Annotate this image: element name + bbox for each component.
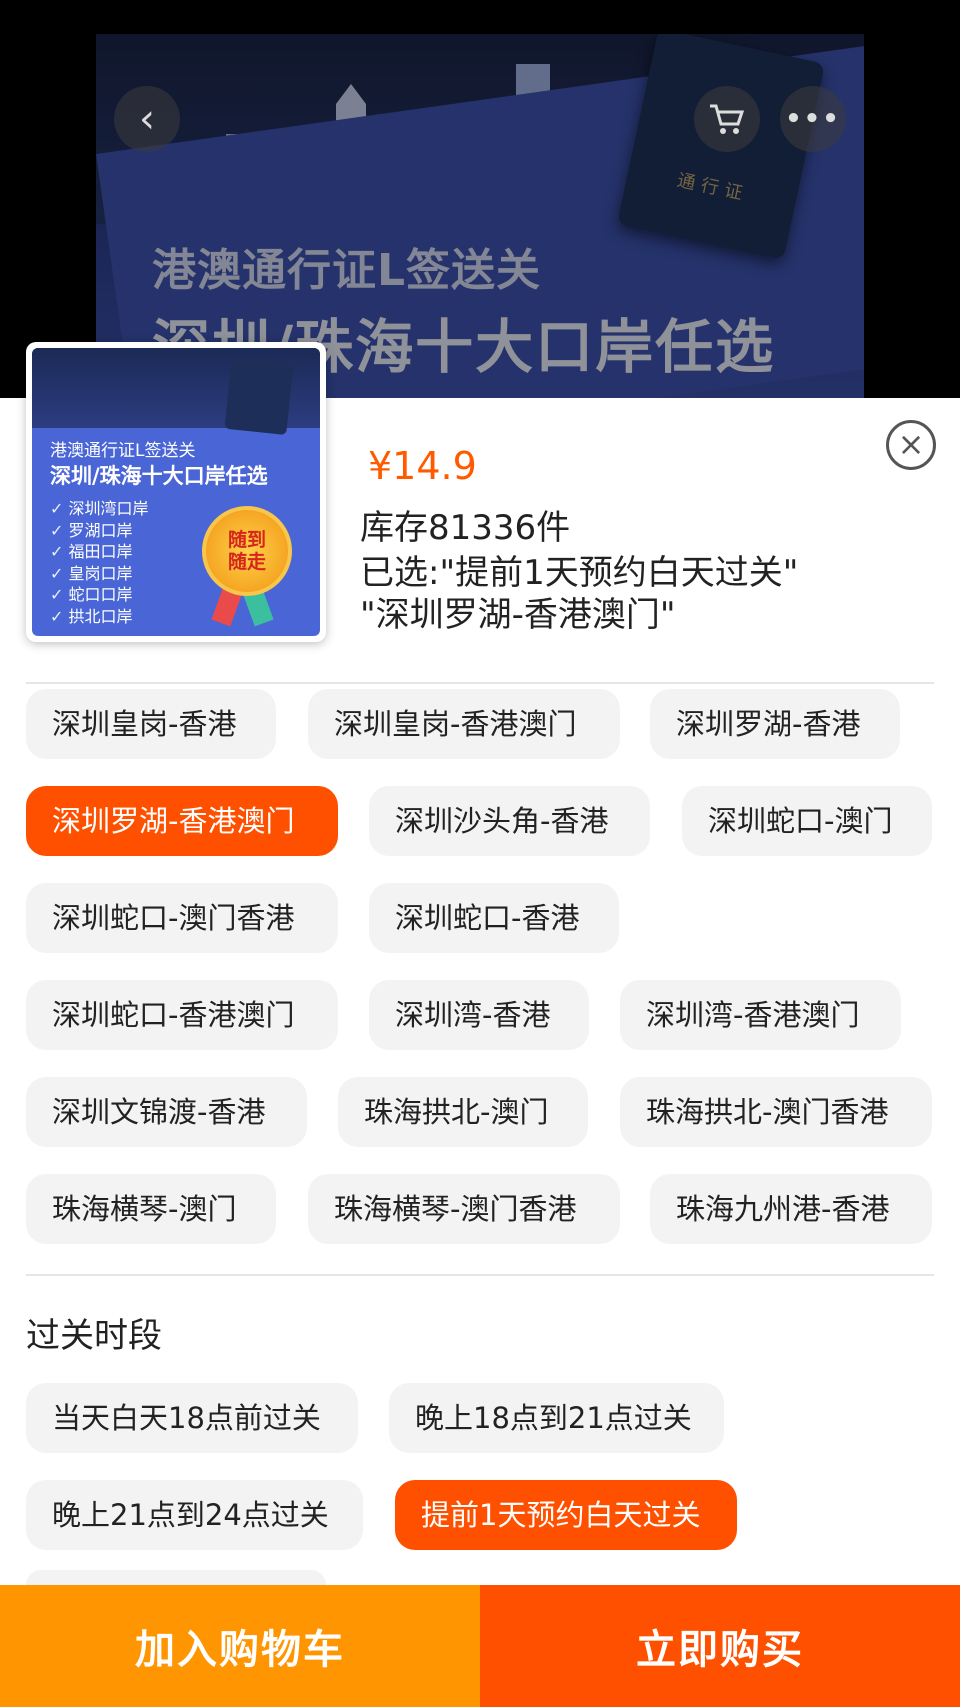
route-option[interactable]: 深圳蛇口-澳门香港 — [26, 883, 338, 953]
thumbnail-port-list: 深圳湾口岸 罗湖口岸 福田口岸 皇岗口岸 蛇口口岸 拱北口岸 — [50, 498, 149, 627]
close-button[interactable]: × — [886, 420, 936, 470]
back-button[interactable]: ‹ — [114, 86, 180, 152]
route-option-selected[interactable]: 深圳罗湖-香港澳门 — [26, 786, 338, 856]
route-option[interactable]: 深圳湾-香港 — [369, 980, 589, 1050]
medal-text: 随到 — [227, 529, 266, 551]
buy-now-button[interactable]: 立即购买 — [480, 1585, 960, 1707]
divider — [26, 682, 934, 684]
route-option[interactable]: 深圳皇岗-香港澳门 — [308, 689, 620, 759]
port-item: 福田口岸 — [50, 541, 149, 563]
product-thumbnail[interactable]: 港澳通行证L签送关 深圳/珠海十大口岸任选 深圳湾口岸 罗湖口岸 福田口岸 皇岗… — [26, 342, 326, 642]
route-option[interactable]: 深圳湾-香港澳门 — [620, 980, 901, 1050]
route-option[interactable]: 深圳蛇口-香港澳门 — [26, 980, 338, 1050]
route-option[interactable]: 珠海九州港-香港 — [650, 1174, 932, 1244]
route-option[interactable]: 珠海横琴-澳门 — [26, 1174, 276, 1244]
time-option[interactable]: 当天白天18点前过关 — [26, 1383, 358, 1453]
selected-summary: 已选:"提前1天预约白天过关" "深圳罗湖-香港澳门" — [360, 552, 798, 636]
thumbnail-title: 港澳通行证L签送关 — [50, 441, 196, 461]
action-bar: 加入购物车 立即购买 — [0, 1585, 960, 1707]
route-option[interactable]: 珠海拱北-澳门 — [338, 1077, 588, 1147]
route-option[interactable]: 深圳沙头角-香港 — [369, 786, 650, 856]
more-dots-icon: ••• — [785, 104, 841, 134]
section-title-time: 过关时段 — [26, 1316, 162, 1356]
stock-count: 库存81336件 — [360, 508, 571, 548]
thumbnail-image: 港澳通行证L签送关 深圳/珠海十大口岸任选 深圳湾口岸 罗湖口岸 福田口岸 皇岗… — [32, 348, 320, 636]
selected-summary-line: 已选:"提前1天预约白天过关" — [360, 553, 799, 593]
cart-button[interactable] — [694, 86, 760, 152]
route-option[interactable]: 深圳文锦渡-香港 — [26, 1077, 307, 1147]
more-button[interactable]: ••• — [780, 86, 846, 152]
route-option[interactable]: 深圳蛇口-香港 — [369, 883, 619, 953]
port-item: 深圳湾口岸 — [50, 498, 149, 520]
add-to-cart-button[interactable]: 加入购物车 — [0, 1585, 480, 1707]
route-option[interactable]: 深圳罗湖-香港 — [650, 689, 900, 759]
selected-summary-line: "深圳罗湖-香港澳门" — [360, 595, 676, 635]
close-icon: × — [897, 425, 925, 463]
port-item: 皇岗口岸 — [50, 563, 149, 585]
route-option[interactable]: 珠海横琴-澳门香港 — [308, 1174, 620, 1244]
time-option[interactable]: 晚上21点到24点过关 — [26, 1480, 363, 1550]
chevron-left-icon: ‹ — [139, 96, 155, 142]
port-item: 拱北口岸 — [50, 606, 149, 628]
medal-badge: 随到 随走 — [202, 506, 292, 596]
port-item: 蛇口口岸 — [50, 584, 149, 606]
price: ¥14.9 — [368, 444, 477, 488]
route-option[interactable]: 深圳皇岗-香港 — [26, 689, 276, 759]
thumbnail-subtitle: 深圳/珠海十大口岸任选 — [50, 464, 268, 488]
cart-icon — [710, 104, 745, 134]
time-option[interactable]: 晚上18点到21点过关 — [389, 1383, 724, 1453]
medal-text: 随走 — [227, 551, 266, 573]
thumbnail-passport — [224, 356, 294, 436]
overlay-dim[interactable] — [0, 0, 960, 400]
port-item: 罗湖口岸 — [50, 520, 149, 542]
divider — [26, 1274, 934, 1276]
route-option[interactable]: 深圳蛇口-澳门 — [682, 786, 932, 856]
time-option-selected[interactable]: 提前1天预约白天过关 — [395, 1480, 737, 1550]
route-option[interactable]: 珠海拱北-澳门香港 — [620, 1077, 932, 1147]
